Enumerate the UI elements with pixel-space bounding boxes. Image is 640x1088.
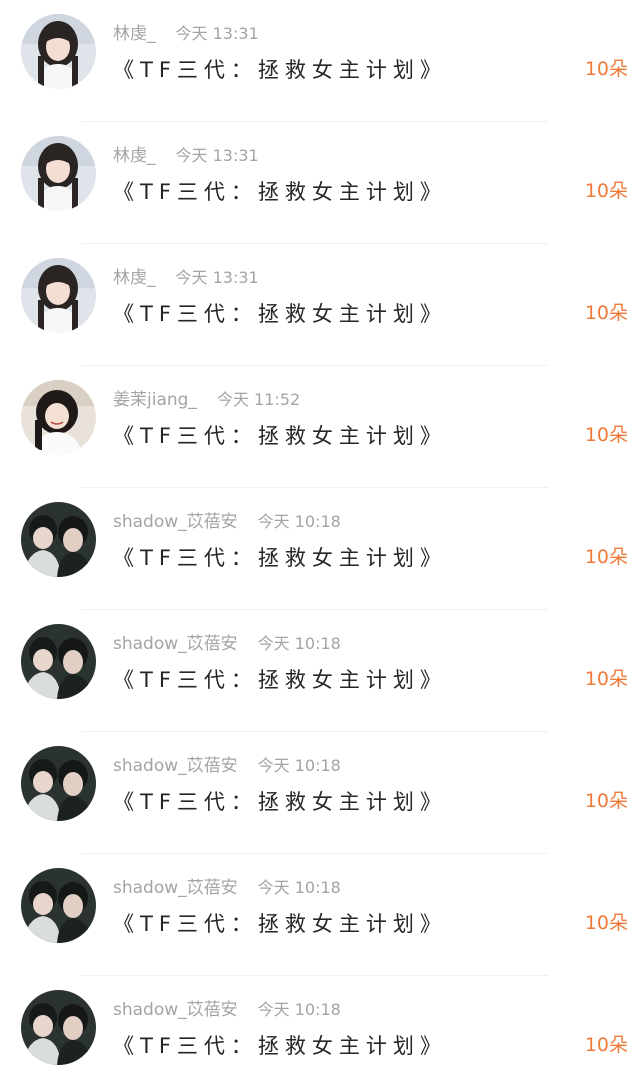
reward-count: 10朵 [584, 302, 628, 324]
user-avatar[interactable] [21, 502, 96, 577]
timestamp: 今天 10:18 [257, 756, 341, 775]
list-item[interactable]: 林虔_ 今天 13:31 《TF三代：拯救女主计划》 10朵 [0, 244, 640, 366]
work-title[interactable]: 《TF三代：拯救女主计划》 [113, 174, 447, 210]
user-avatar[interactable] [21, 380, 96, 455]
work-title[interactable]: 《TF三代：拯救女主计划》 [113, 296, 447, 332]
reward-count: 10朵 [584, 1034, 628, 1056]
username[interactable]: 姜茉jiang_ [113, 390, 197, 410]
username[interactable]: shadow_苡蓓安 [113, 512, 238, 532]
user-avatar[interactable] [21, 990, 96, 1065]
list-item[interactable]: shadow_苡蓓安 今天 10:18 《TF三代：拯救女主计划》 10朵 [0, 732, 640, 854]
work-title[interactable]: 《TF三代：拯救女主计划》 [113, 784, 447, 820]
reward-list: 林虔_ 今天 13:31 《TF三代：拯救女主计划》 10朵 林虔_ 今天 13:3… [0, 0, 640, 1088]
list-item[interactable]: shadow_苡蓓安 今天 10:18 《TF三代：拯救女主计划》 10朵 [0, 488, 640, 610]
timestamp: 今天 10:18 [257, 512, 341, 531]
timestamp: 今天 10:18 [257, 1000, 341, 1019]
reward-count: 10朵 [584, 912, 628, 934]
list-item[interactable]: 姜茉jiang_ 今天 11:52 《TF三代：拯救女主计划》 10朵 [0, 366, 640, 488]
user-avatar[interactable] [21, 136, 96, 211]
reward-count: 10朵 [584, 424, 628, 446]
work-title[interactable]: 《TF三代：拯救女主计划》 [113, 52, 447, 88]
item-meta: shadow_苡蓓安 今天 10:18 [113, 998, 341, 1022]
username[interactable]: 林虔_ [113, 268, 156, 288]
timestamp: 今天 10:18 [257, 878, 341, 897]
user-avatar[interactable] [21, 14, 96, 89]
user-avatar[interactable] [21, 746, 96, 821]
username[interactable]: 林虔_ [113, 24, 156, 44]
item-meta: 林虔_ 今天 13:31 [113, 266, 259, 290]
list-item[interactable]: shadow_苡蓓安 今天 10:18 《TF三代：拯救女主计划》 10朵 [0, 854, 640, 976]
reward-count: 10朵 [584, 58, 628, 80]
timestamp: 今天 11:52 [216, 390, 301, 409]
work-title[interactable]: 《TF三代：拯救女主计划》 [113, 418, 447, 454]
item-meta: shadow_苡蓓安 今天 10:18 [113, 754, 341, 778]
item-meta: 林虔_ 今天 13:31 [113, 22, 259, 46]
item-meta: shadow_苡蓓安 今天 10:18 [113, 510, 341, 534]
work-title[interactable]: 《TF三代：拯救女主计划》 [113, 662, 447, 698]
username[interactable]: 林虔_ [113, 146, 156, 166]
timestamp: 今天 13:31 [175, 24, 259, 43]
timestamp: 今天 13:31 [175, 268, 259, 287]
username[interactable]: shadow_苡蓓安 [113, 756, 238, 776]
list-item[interactable]: 林虔_ 今天 13:31 《TF三代：拯救女主计划》 10朵 [0, 122, 640, 244]
user-avatar[interactable] [21, 624, 96, 699]
list-item[interactable]: shadow_苡蓓安 今天 10:18 《TF三代：拯救女主计划》 10朵 [0, 976, 640, 1088]
reward-count: 10朵 [584, 180, 628, 202]
list-item[interactable]: shadow_苡蓓安 今天 10:18 《TF三代：拯救女主计划》 10朵 [0, 610, 640, 732]
work-title[interactable]: 《TF三代：拯救女主计划》 [113, 906, 447, 942]
item-meta: shadow_苡蓓安 今天 10:18 [113, 632, 341, 656]
user-avatar[interactable] [21, 868, 96, 943]
username[interactable]: shadow_苡蓓安 [113, 1000, 238, 1020]
list-item[interactable]: 林虔_ 今天 13:31 《TF三代：拯救女主计划》 10朵 [0, 0, 640, 122]
user-avatar[interactable] [21, 258, 96, 333]
username[interactable]: shadow_苡蓓安 [113, 634, 238, 654]
work-title[interactable]: 《TF三代：拯救女主计划》 [113, 1028, 447, 1064]
reward-count: 10朵 [584, 668, 628, 690]
item-meta: 姜茉jiang_ 今天 11:52 [113, 388, 300, 412]
item-meta: 林虔_ 今天 13:31 [113, 144, 259, 168]
timestamp: 今天 13:31 [175, 146, 259, 165]
timestamp: 今天 10:18 [257, 634, 341, 653]
work-title[interactable]: 《TF三代：拯救女主计划》 [113, 540, 447, 576]
reward-count: 10朵 [584, 546, 628, 568]
item-meta: shadow_苡蓓安 今天 10:18 [113, 876, 341, 900]
reward-count: 10朵 [584, 790, 628, 812]
username[interactable]: shadow_苡蓓安 [113, 878, 238, 898]
